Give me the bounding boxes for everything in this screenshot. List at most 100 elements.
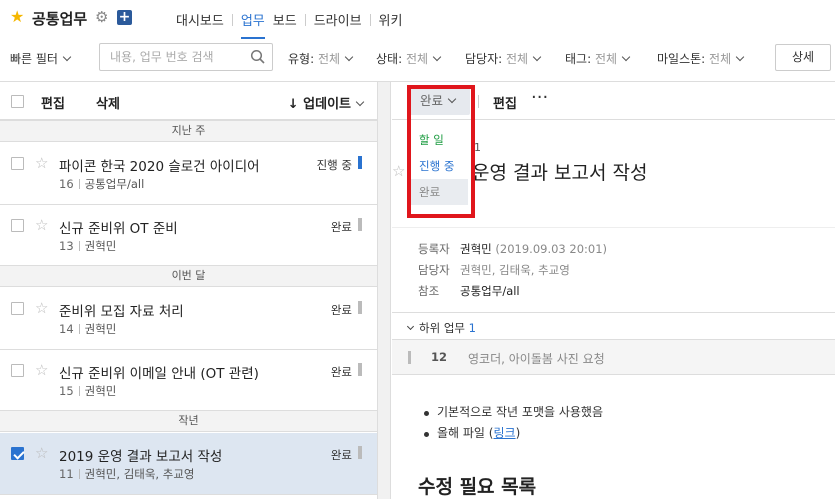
task-checkbox[interactable] [11,364,24,377]
task-row[interactable]: ☆ 준비위 모집 자료 처리 14 권혁민 완료 [0,288,377,350]
task-number: 13 [59,239,74,253]
task-checkbox[interactable] [11,219,24,232]
task-title: 2019 운영 결과 보고서 작성 [59,449,223,465]
task-meta: 14 권혁민 [59,321,116,337]
chevron-down-icon [344,52,354,62]
task-row[interactable]: ☆ 파이콘 한국 2020 슬로건 아이디어 16 공통업무/all 진행 중 [0,143,377,205]
meta-divider [78,469,80,479]
milestone-filter[interactable]: 마일스톤: 전체 [657,50,745,67]
reporter-value: 권혁민 (2019.09.03 20:01) [460,241,607,257]
favorite-star-icon[interactable]: ★ [10,9,26,25]
task-checkbox[interactable] [11,447,24,460]
assignee-label: 담당자 [418,263,450,277]
chevron-down-icon [532,52,542,62]
milestone-filter-value: 전체 [709,52,732,66]
nav-drive[interactable]: 드라이브 [306,10,370,29]
search-input[interactable] [100,44,240,70]
task-status: 완료 [330,448,352,462]
task-title: 신규 준비위 이메일 안내 (OT 관련) [59,366,259,382]
nav-dashboard[interactable]: 대시보드 [176,10,232,29]
tag-filter-label: 태그: [565,52,592,66]
edit-button[interactable]: 편집 [41,93,65,112]
status-filter-value: 전체 [405,52,429,66]
add-icon[interactable]: + [117,10,132,25]
bullet-text-suffix: ) [515,426,521,440]
milestone-filter-label: 마일스톤: [657,52,706,66]
task-meta: 11 권혁민, 김태욱, 추교영 [59,466,194,482]
more-options-icon[interactable]: ··· [531,87,548,108]
status-indicator [358,156,362,169]
list-toolbar: 편집 삭제 ↓ 업데이트 [0,82,377,120]
nav-tasks[interactable]: 업무 [233,10,273,39]
task-meta-text: 공통업무/all [84,177,145,191]
meta-divider [78,179,80,189]
task-status: 완료 [330,220,352,234]
assignee-filter-label: 담당자: [465,52,503,66]
nav-board[interactable]: 보드 [273,10,305,29]
group-header-last-year: 작년 [0,410,377,432]
status-indicator [408,351,411,364]
star-icon[interactable]: ☆ [392,162,405,180]
sort-dropdown[interactable]: ↓ 업데이트 [288,93,365,112]
search-box[interactable] [99,43,273,71]
status-indicator [358,363,362,376]
tag-filter[interactable]: 태그: 전체 [565,50,631,67]
subtask-label: 하위 업무 1 [406,320,476,336]
task-number: 11 [59,467,74,481]
fast-filter-dropdown[interactable]: 빠른 필터 [10,50,72,67]
star-icon[interactable]: ☆ [35,361,48,379]
task-detail-pane: 완료 편집 ··· 1 ☆ 운영 결과 보고서 작성 등록자 권혁민 (2019… [392,82,835,499]
detail-filter-button[interactable]: 상세 [775,44,831,71]
detail-edit-button[interactable]: 편집 [493,93,517,112]
list-item: 기본적으로 작년 포맷을 사용했음 [424,404,603,425]
task-checkbox[interactable] [11,157,24,170]
reference-label: 참조 [418,284,440,298]
task-row[interactable]: ☆ 신규 준비위 OT 준비 13 권혁민 완료 [0,205,377,267]
detail-divider [392,227,835,228]
search-icon[interactable] [250,49,266,65]
star-icon[interactable]: ☆ [35,216,48,234]
task-status: 완료 [330,365,352,379]
toolbar-divider [478,95,479,108]
project-title: 공통업무 [32,10,88,28]
task-row[interactable]: ☆ 신규 준비위 이메일 안내 (OT 관련) 15 권혁민 완료 [0,350,377,412]
nav-wiki[interactable]: 위키 [371,10,411,29]
chevron-down-icon [432,52,442,62]
gear-icon[interactable]: ⚙ [95,9,108,25]
chevron-down-icon [735,52,745,62]
pane-scrollbar[interactable] [377,82,391,499]
type-filter[interactable]: 유형: 전체 [288,50,354,67]
select-all-checkbox[interactable] [11,95,24,108]
status-filter[interactable]: 상태: 전체 [376,50,442,67]
star-icon[interactable]: ☆ [35,299,48,317]
file-link[interactable]: 링크 [493,426,515,440]
star-icon[interactable]: ☆ [35,444,48,462]
task-list-pane: 편집 삭제 ↓ 업데이트 지난 주 ☆ 파이콘 한국 2020 슬로건 아이디어… [0,82,377,499]
delete-button[interactable]: 삭제 [96,93,120,112]
star-icon[interactable]: ☆ [35,154,48,172]
task-meta-text: 권혁민, 김태욱, 추교영 [84,467,195,481]
list-item: 올해 파일 (링크) [424,425,603,446]
chevron-down-icon [355,97,365,107]
chevron-down-icon [406,322,415,331]
task-number: 15 [59,384,74,398]
assignee-filter[interactable]: 담당자: 전체 [465,50,542,67]
status-indicator [358,301,362,314]
tag-filter-value: 전체 [594,52,618,66]
detail-title: 운영 결과 보고서 작성 [472,162,648,184]
task-meta-text: 권혁민 [84,322,117,336]
meta-divider [78,324,80,334]
task-meta: 16 공통업무/all [59,176,144,192]
subtask-header[interactable]: 하위 업무 1 [392,312,835,340]
meta-divider [78,241,80,251]
task-status: 진행 중 [316,158,352,172]
task-checkbox[interactable] [11,302,24,315]
group-header-last-week: 지난 주 [0,120,377,142]
subtask-number: 12 [431,350,448,364]
task-row[interactable]: ☆ 2019 운영 결과 보고서 작성 11 권혁민, 김태욱, 추교영 완료 [0,433,377,495]
assignee-filter-value: 전체 [506,52,529,66]
detail-task-number: 1 [474,141,481,154]
top-bar: ★ 공통업무 ⚙ + 대시보드 업무 보드 드라이브 위키 [0,0,835,39]
main-nav: 대시보드 업무 보드 드라이브 위키 [176,10,411,39]
subtask-row[interactable]: 12 영코더, 아이돌봄 사진 요청 [392,340,835,375]
